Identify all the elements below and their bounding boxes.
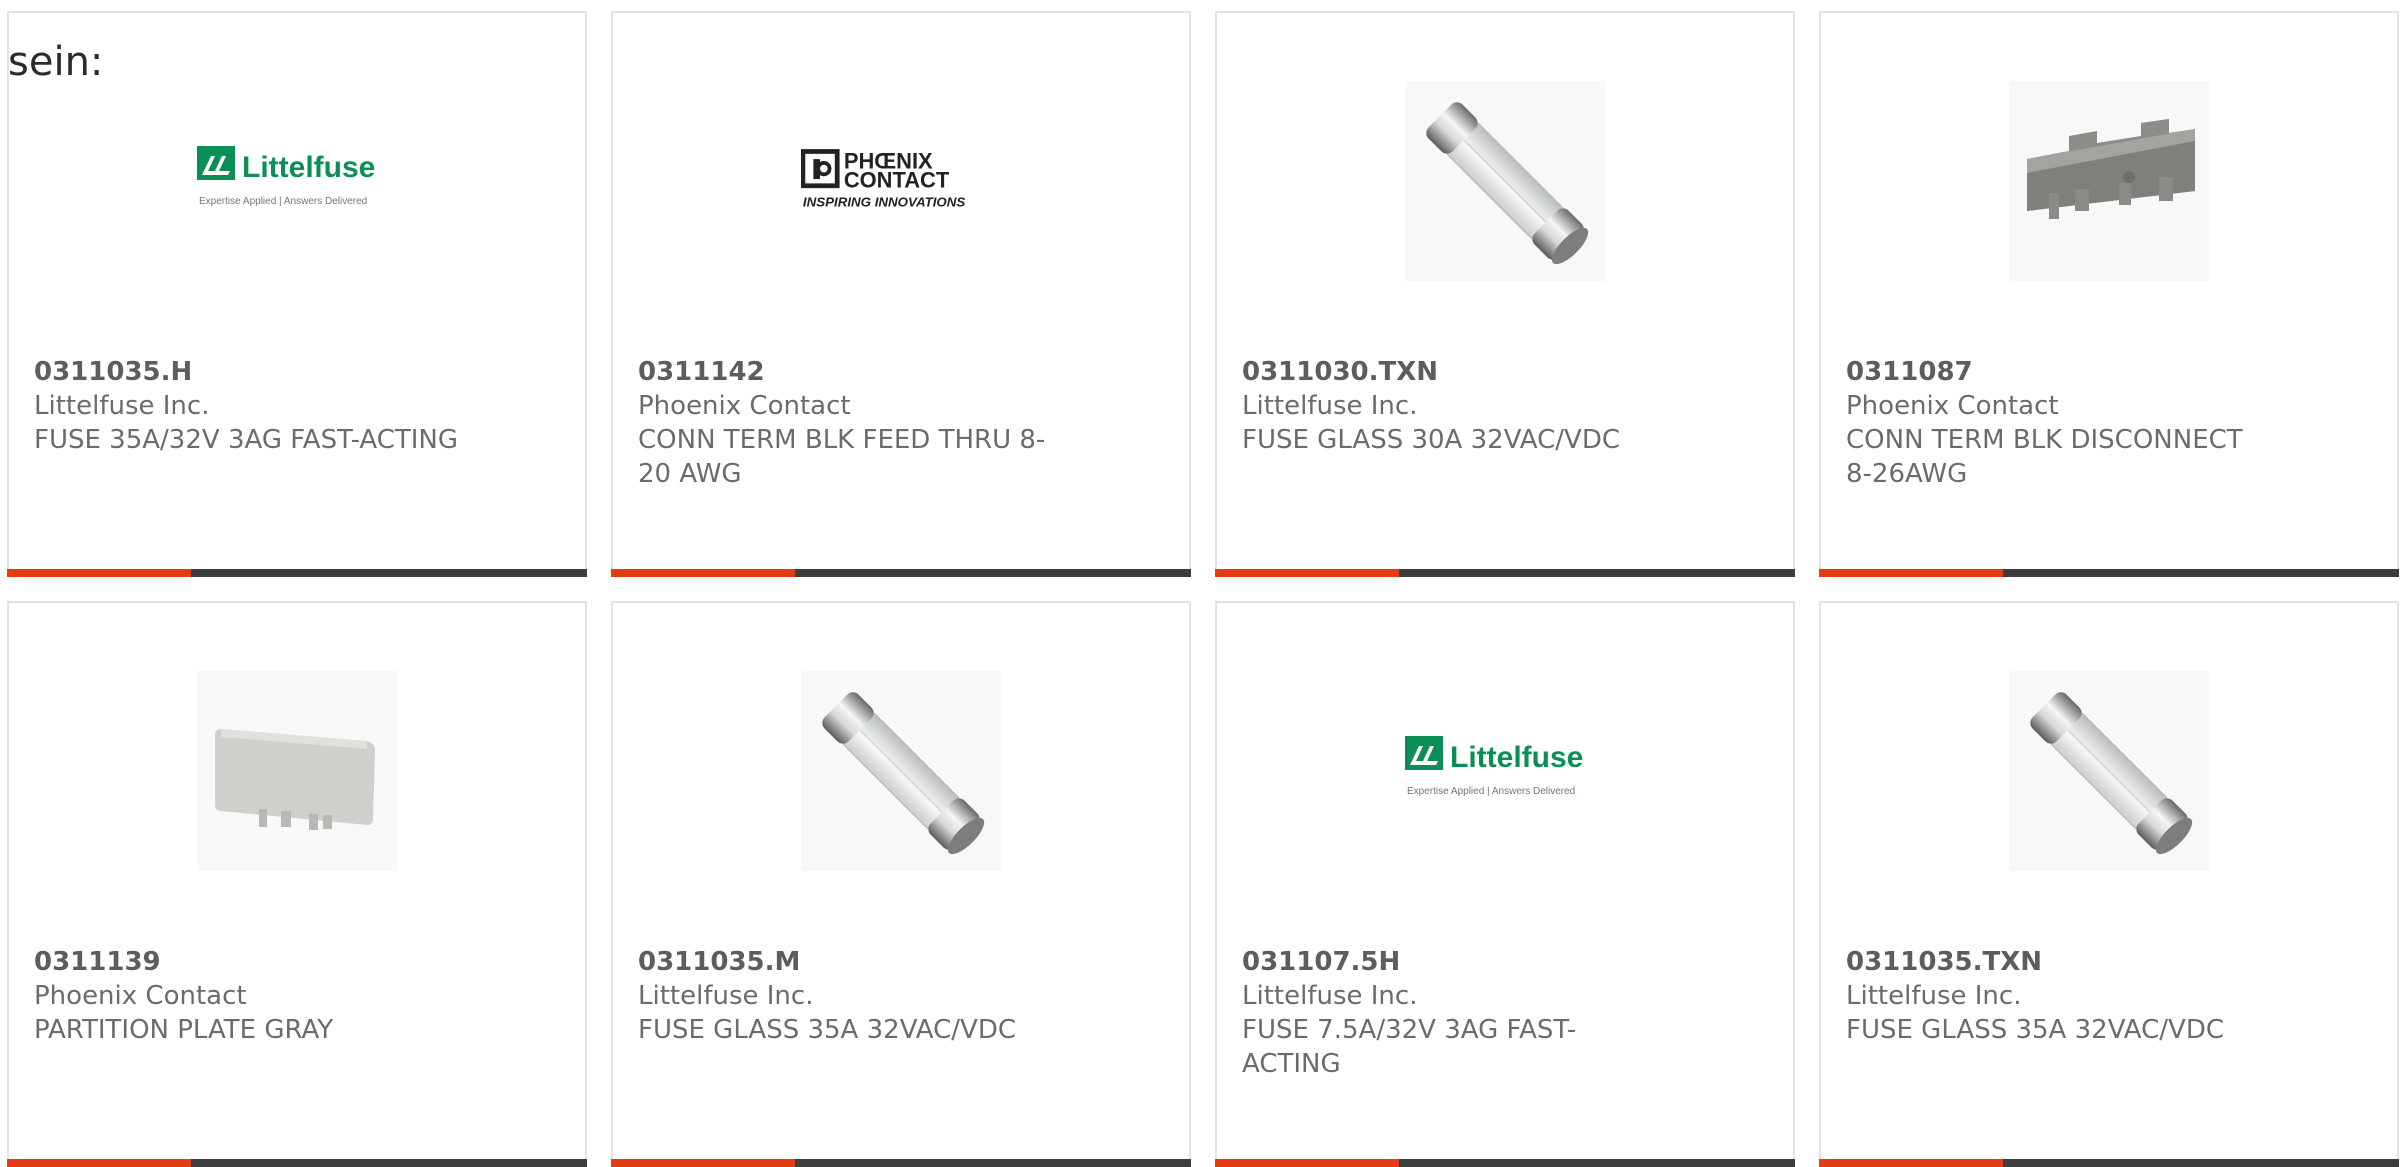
part-number-link[interactable]: 0311035.M [638, 945, 1068, 979]
manufacturer-name: Phoenix Contact [34, 981, 247, 1011]
glass-fuse-photo-icon [801, 671, 1001, 871]
card-accent-bar [1215, 1159, 1795, 1167]
card-accent-bar [611, 569, 1191, 577]
product-image[interactable]: PHŒNIX CONTACT INSPIRING INNOVATIONS [801, 81, 1001, 281]
product-description: FUSE GLASS 35A 32VAC/VDC [1846, 1015, 2225, 1045]
svg-text:Expertise Applied | Answers De: Expertise Applied | Answers Delivered [1407, 786, 1575, 797]
product-description: CONN TERM BLK FEED THRU 8-20 AWG [638, 425, 1046, 489]
accent-bar-segment [1819, 569, 2003, 577]
svg-text:CONTACT: CONTACT [844, 168, 950, 193]
dark-bar-segment [191, 569, 587, 577]
dark-bar-segment [1399, 569, 1795, 577]
product-grid: Littelfuse Expertise Applied | Answers D… [7, 11, 2400, 1167]
terminal-block-photo-icon [2009, 81, 2209, 281]
product-card[interactable]: 0311139 Phoenix Contact PARTITION PLATE GR… [7, 601, 587, 1167]
dark-bar-segment [191, 1159, 587, 1167]
accent-bar-segment [1819, 1159, 2003, 1167]
product-card[interactable]: 0311087 Phoenix Contact CONN TERM BLK DISC… [1819, 11, 2399, 577]
card-accent-bar [7, 1159, 587, 1167]
product-card[interactable]: PHŒNIX CONTACT INSPIRING INNOVATIONS 031… [611, 11, 1191, 577]
product-info: 0311035.M Littelfuse Inc. FUSE GLASS 35A 3… [638, 945, 1068, 1047]
part-number-link[interactable]: 0311139 [34, 945, 464, 979]
product-image[interactable] [1405, 81, 1605, 281]
product-image-area [1821, 81, 2397, 281]
dark-bar-segment [795, 569, 1191, 577]
manufacturer-name: Littelfuse Inc. [1846, 981, 2022, 1011]
part-number-link[interactable]: 031107.5H [1242, 945, 1672, 979]
product-info: 0311139 Phoenix Contact PARTITION PLATE GR… [34, 945, 464, 1047]
card-accent-bar [1819, 1159, 2399, 1167]
accent-bar-segment [611, 569, 795, 577]
product-image[interactable]: Littelfuse Expertise Applied | Answers D… [1405, 671, 1605, 871]
card-accent-bar [1819, 569, 2399, 577]
accent-bar-segment [7, 569, 191, 577]
glass-fuse-photo-icon [1405, 81, 1605, 281]
product-card[interactable]: Littelfuse Expertise Applied | Answers D… [7, 11, 587, 577]
dark-bar-segment [2003, 1159, 2399, 1167]
littelfuse-logo-icon: Littelfuse Expertise Applied | Answers D… [197, 146, 375, 207]
card-accent-bar [1215, 569, 1795, 577]
product-description: PARTITION PLATE GRAY [34, 1015, 334, 1045]
phoenix-contact-logo-icon: PHŒNIX CONTACT INSPIRING INNOVATIONS [801, 149, 966, 210]
product-card[interactable]: 0311035.M Littelfuse Inc. FUSE GLASS 35A 3… [611, 601, 1191, 1167]
manufacturer-name: Littelfuse Inc. [34, 391, 210, 421]
product-image[interactable]: Littelfuse Expertise Applied | Answers D… [197, 81, 397, 281]
product-info: 0311030.TXN Littelfuse Inc. FUSE GLASS 30A… [1242, 355, 1672, 457]
product-info: 0311142 Phoenix Contact CONN TERM BLK FEED… [638, 355, 1068, 491]
manufacturer-name: Phoenix Contact [1846, 391, 2059, 421]
manufacturer-name: Littelfuse Inc. [1242, 391, 1418, 421]
product-image-area: Littelfuse Expertise Applied | Answers D… [9, 81, 585, 281]
product-image[interactable] [2009, 671, 2209, 871]
part-number-link[interactable]: 0311142 [638, 355, 1068, 389]
part-number-link[interactable]: 0311035.TXN [1846, 945, 2276, 979]
accent-bar-segment [7, 1159, 191, 1167]
product-info: 0311035.H Littelfuse Inc. FUSE 35A/32V 3AG… [34, 355, 464, 457]
product-image-area [1217, 81, 1793, 281]
svg-text:INSPIRING INNOVATIONS: INSPIRING INNOVATIONS [803, 195, 966, 210]
manufacturer-name: Littelfuse Inc. [1242, 981, 1418, 1011]
product-description: FUSE GLASS 30A 32VAC/VDC [1242, 425, 1621, 455]
lead-text: sein: [8, 39, 104, 85]
dark-bar-segment [2003, 569, 2399, 577]
accent-bar-segment [611, 1159, 795, 1167]
product-image-area: PHŒNIX CONTACT INSPIRING INNOVATIONS [613, 81, 1189, 281]
dark-bar-segment [1399, 1159, 1795, 1167]
dark-bar-segment [795, 1159, 1191, 1167]
product-image[interactable] [801, 671, 1001, 871]
product-image[interactable] [2009, 81, 2209, 281]
littelfuse-logo-icon: Littelfuse Expertise Applied | Answers D… [1405, 736, 1583, 797]
product-image-area [9, 671, 585, 871]
product-image-area [1821, 671, 2397, 871]
accent-bar-segment [1215, 1159, 1399, 1167]
product-image[interactable] [197, 671, 397, 871]
product-description: FUSE GLASS 35A 32VAC/VDC [638, 1015, 1017, 1045]
manufacturer-name: Littelfuse Inc. [638, 981, 814, 1011]
part-number-link[interactable]: 0311087 [1846, 355, 2276, 389]
product-info: 0311035.TXN Littelfuse Inc. FUSE GLASS 35A… [1846, 945, 2276, 1047]
product-card[interactable]: 0311035.TXN Littelfuse Inc. FUSE GLASS 35A… [1819, 601, 2399, 1167]
product-info: 0311087 Phoenix Contact CONN TERM BLK DISC… [1846, 355, 2276, 491]
manufacturer-name: Phoenix Contact [638, 391, 851, 421]
product-image-area: Littelfuse Expertise Applied | Answers D… [1217, 671, 1793, 871]
part-number-link[interactable]: 0311030.TXN [1242, 355, 1672, 389]
svg-text:Littelfuse: Littelfuse [242, 151, 375, 184]
product-card[interactable]: Littelfuse Expertise Applied | Answers D… [1215, 601, 1795, 1167]
svg-text:Littelfuse: Littelfuse [1450, 741, 1583, 774]
product-card[interactable]: 0311030.TXN Littelfuse Inc. FUSE GLASS 30A… [1215, 11, 1795, 577]
part-number-link[interactable]: 0311035.H [34, 355, 464, 389]
product-description: FUSE 35A/32V 3AG FAST-ACTING [34, 425, 459, 455]
card-accent-bar [611, 1159, 1191, 1167]
card-accent-bar [7, 569, 587, 577]
accent-bar-segment [1215, 569, 1399, 577]
partition-plate-photo-icon [197, 671, 397, 871]
product-info: 031107.5H Littelfuse Inc. FUSE 7.5A/32V 3A… [1242, 945, 1672, 1081]
product-image-area [613, 671, 1189, 871]
glass-fuse-photo-icon [2009, 671, 2209, 871]
product-description: FUSE 7.5A/32V 3AG FAST-ACTING [1242, 1015, 1577, 1079]
svg-text:Expertise Applied | Answers De: Expertise Applied | Answers Delivered [199, 196, 367, 207]
product-description: CONN TERM BLK DISCONNECT 8-26AWG [1846, 425, 2243, 489]
